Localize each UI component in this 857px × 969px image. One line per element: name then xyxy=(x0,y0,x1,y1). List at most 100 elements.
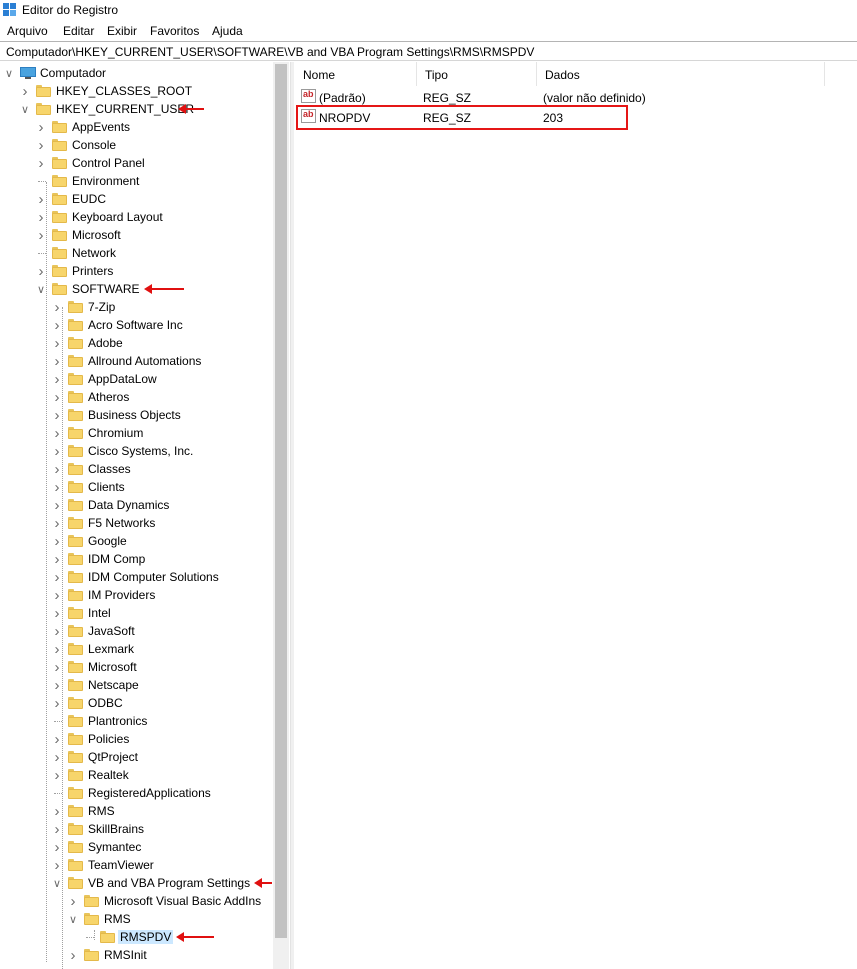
chevron-right-icon[interactable]: › xyxy=(36,154,46,172)
chevron-right-icon[interactable]: › xyxy=(52,820,62,838)
tree-node-clients[interactable]: › Clients xyxy=(0,478,270,496)
chevron-down-icon[interactable]: ∨ xyxy=(4,64,14,82)
chevron-right-icon[interactable]: › xyxy=(52,622,62,640)
tree-node-rmspdv[interactable]: RMSPDV xyxy=(0,928,270,946)
tree-node-policies[interactable]: › Policies xyxy=(0,730,270,748)
chevron-right-icon[interactable]: › xyxy=(52,478,62,496)
tree-node-odbc[interactable]: › ODBC xyxy=(0,694,270,712)
chevron-right-icon[interactable]: › xyxy=(68,946,78,964)
chevron-right-icon[interactable]: › xyxy=(52,658,62,676)
chevron-right-icon[interactable]: › xyxy=(52,370,62,388)
address-path[interactable]: Computador\HKEY_CURRENT_USER\SOFTWARE\VB… xyxy=(6,45,534,59)
chevron-right-icon[interactable]: › xyxy=(52,640,62,658)
tree-node-hkey-current-user[interactable]: ∨ HKEY_CURRENT_USER xyxy=(0,100,270,118)
tree-node-console[interactable]: › Console xyxy=(0,136,270,154)
value-row-padrao[interactable]: ab (Padrão) REG_SZ (valor não definido) xyxy=(295,88,857,106)
menu-arquivo[interactable]: Arquivo xyxy=(7,24,48,38)
tree-node-rms[interactable]: › RMS xyxy=(0,802,270,820)
column-header-dados[interactable]: Dados xyxy=(537,62,825,86)
pane-splitter[interactable] xyxy=(290,62,294,969)
tree-scrollbar-thumb[interactable] xyxy=(275,64,287,938)
tree-node-f5-networks[interactable]: › F5 Networks xyxy=(0,514,270,532)
chevron-right-icon[interactable]: › xyxy=(52,460,62,478)
chevron-right-icon[interactable]: › xyxy=(52,352,62,370)
tree-pane[interactable]: ∨ Computador › HKEY_CLASSES_ROOT ∨ HKEY_CURRE… xyxy=(0,62,290,969)
tree-node-intel[interactable]: › Intel xyxy=(0,604,270,622)
chevron-right-icon[interactable]: › xyxy=(52,568,62,586)
tree-node-symantec[interactable]: › Symantec xyxy=(0,838,270,856)
chevron-right-icon[interactable]: › xyxy=(52,730,62,748)
chevron-right-icon[interactable]: › xyxy=(20,82,30,100)
tree-node-microsoft[interactable]: › Microsoft xyxy=(0,658,270,676)
values-pane[interactable]: Nome Tipo Dados ab (Padrão) REG_SZ (valo… xyxy=(295,62,857,969)
tree-scrollbar[interactable] xyxy=(273,62,289,969)
tree-node-idm-computer-solutions[interactable]: › IDM Computer Solutions xyxy=(0,568,270,586)
menu-editar[interactable]: Editar xyxy=(63,24,94,38)
tree-node-eudc[interactable]: › EUDC xyxy=(0,190,270,208)
chevron-down-icon[interactable]: ∨ xyxy=(20,100,30,118)
tree-node-google[interactable]: › Google xyxy=(0,532,270,550)
menu-ajuda[interactable]: Ajuda xyxy=(212,24,243,38)
tree-node-cisco-systems-inc[interactable]: › Cisco Systems, Inc. xyxy=(0,442,270,460)
tree-node-appdatalow[interactable]: › AppDataLow xyxy=(0,370,270,388)
chevron-right-icon[interactable]: › xyxy=(52,406,62,424)
chevron-right-icon[interactable]: › xyxy=(52,838,62,856)
tree-node-data-dynamics[interactable]: › Data Dynamics xyxy=(0,496,270,514)
tree-node-control-panel[interactable]: › Control Panel xyxy=(0,154,270,172)
menu-exibir[interactable]: Exibir xyxy=(107,24,137,38)
tree-node-chromium[interactable]: › Chromium xyxy=(0,424,270,442)
chevron-right-icon[interactable]: › xyxy=(52,550,62,568)
chevron-right-icon[interactable]: › xyxy=(52,388,62,406)
tree-node-plantronics[interactable]: Plantronics xyxy=(0,712,270,730)
column-header-tipo[interactable]: Tipo xyxy=(417,62,537,86)
chevron-down-icon[interactable]: ∨ xyxy=(36,280,46,298)
chevron-right-icon[interactable]: › xyxy=(52,802,62,820)
tree-node-rmsinit[interactable]: › RMSInit xyxy=(0,946,270,964)
tree-node-realtek[interactable]: › Realtek xyxy=(0,766,270,784)
chevron-right-icon[interactable]: › xyxy=(52,586,62,604)
tree-node-microsoft-visual-basic-addins[interactable]: › Microsoft Visual Basic AddIns xyxy=(0,892,270,910)
tree-node-microsoft[interactable]: › Microsoft xyxy=(0,226,270,244)
chevron-down-icon[interactable]: ∨ xyxy=(68,910,78,928)
chevron-right-icon[interactable]: › xyxy=(52,298,62,316)
tree-node-idm-comp[interactable]: › IDM Comp xyxy=(0,550,270,568)
column-header-nome[interactable]: Nome xyxy=(295,62,417,86)
chevron-right-icon[interactable]: › xyxy=(52,442,62,460)
tree-node-registeredapplications[interactable]: RegisteredApplications xyxy=(0,784,270,802)
tree-node-lexmark[interactable]: › Lexmark xyxy=(0,640,270,658)
chevron-right-icon[interactable]: › xyxy=(52,496,62,514)
tree-node-im-providers[interactable]: › IM Providers xyxy=(0,586,270,604)
chevron-right-icon[interactable]: › xyxy=(36,190,46,208)
chevron-right-icon[interactable]: › xyxy=(52,532,62,550)
tree-node-7-zip[interactable]: › 7-Zip xyxy=(0,298,270,316)
chevron-right-icon[interactable]: › xyxy=(36,226,46,244)
chevron-right-icon[interactable]: › xyxy=(52,316,62,334)
tree-node-vb-and-vba-program-settings[interactable]: ∨ VB and VBA Program Settings xyxy=(0,874,272,892)
tree-node-teamviewer[interactable]: › TeamViewer xyxy=(0,856,270,874)
tree-node-software[interactable]: ∨ SOFTWARE xyxy=(0,280,270,298)
tree-node-network[interactable]: Network xyxy=(0,244,270,262)
tree-node-printers[interactable]: › Printers xyxy=(0,262,270,280)
tree-node-qtproject[interactable]: › QtProject xyxy=(0,748,270,766)
chevron-right-icon[interactable]: › xyxy=(52,856,62,874)
tree-node-skillbrains[interactable]: › SkillBrains xyxy=(0,820,270,838)
chevron-right-icon[interactable]: › xyxy=(52,766,62,784)
chevron-right-icon[interactable]: › xyxy=(52,694,62,712)
tree-node-keyboard-layout[interactable]: › Keyboard Layout xyxy=(0,208,270,226)
chevron-right-icon[interactable]: › xyxy=(52,334,62,352)
tree-node-acro-software-inc[interactable]: › Acro Software Inc xyxy=(0,316,270,334)
menu-favoritos[interactable]: Favoritos xyxy=(150,24,199,38)
tree-node-javasoft[interactable]: › JavaSoft xyxy=(0,622,270,640)
chevron-right-icon[interactable]: › xyxy=(36,208,46,226)
chevron-right-icon[interactable]: › xyxy=(36,262,46,280)
tree-node-adobe[interactable]: › Adobe xyxy=(0,334,270,352)
address-bar[interactable]: Computador\HKEY_CURRENT_USER\SOFTWARE\VB… xyxy=(0,41,857,61)
chevron-right-icon[interactable]: › xyxy=(52,604,62,622)
chevron-down-icon[interactable]: ∨ xyxy=(52,874,62,892)
tree-node-atheros[interactable]: › Atheros xyxy=(0,388,270,406)
tree-node-appevents[interactable]: › AppEvents xyxy=(0,118,270,136)
tree-node-hkey-classes-root[interactable]: › HKEY_CLASSES_ROOT xyxy=(0,82,270,100)
chevron-right-icon[interactable]: › xyxy=(52,748,62,766)
chevron-right-icon[interactable]: › xyxy=(36,136,46,154)
chevron-right-icon[interactable]: › xyxy=(68,892,78,910)
